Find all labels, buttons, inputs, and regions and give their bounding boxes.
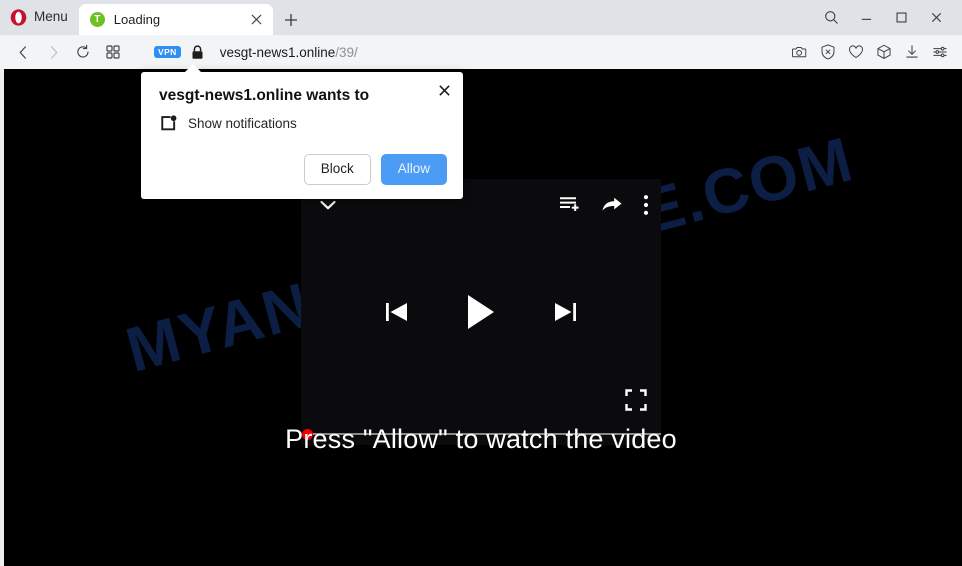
opera-menu-button[interactable]: Menu <box>0 0 79 35</box>
close-window-icon[interactable] <box>919 3 954 33</box>
snapshot-camera-icon[interactable] <box>786 39 814 65</box>
tab-title: Loading <box>113 12 161 27</box>
forward-icon[interactable] <box>38 39 68 65</box>
block-button[interactable]: Block <box>303 154 371 185</box>
minimize-glyph <box>861 18 872 20</box>
close-icon[interactable] <box>247 10 267 30</box>
heart-favorite-icon[interactable] <box>842 39 870 65</box>
player-center-controls <box>301 179 661 445</box>
close-glyph <box>251 14 262 25</box>
downloads-icon[interactable] <box>898 39 926 65</box>
address-bar-right-icons <box>786 39 954 65</box>
cube-glyph <box>877 44 891 59</box>
notification-permission-dialog: vesgt-news1.online wants to Show notific… <box>141 64 463 199</box>
fullscreen-glyph <box>625 389 647 411</box>
permission-row: Show notifications <box>159 114 447 132</box>
site-favicon-icon: T <box>89 12 105 27</box>
skip-next-glyph <box>555 303 576 321</box>
close-window-glyph <box>931 12 942 23</box>
grid-glyph <box>106 45 120 59</box>
extensions-cube-icon[interactable] <box>870 39 898 65</box>
vpn-badge[interactable]: VPN <box>154 45 181 59</box>
favicon-letter: T <box>94 13 101 25</box>
skip-previous-glyph <box>386 303 407 321</box>
allow-button[interactable]: Allow <box>380 154 447 185</box>
play-icon[interactable] <box>466 293 496 331</box>
window-controls <box>814 0 962 35</box>
permission-label: Show notifications <box>188 115 297 131</box>
dialog-close-glyph <box>438 84 450 96</box>
heart-glyph <box>849 45 863 59</box>
reload-glyph <box>77 44 89 58</box>
forward-glyph <box>50 45 57 59</box>
grid-icon[interactable] <box>98 39 128 65</box>
shield-glyph <box>821 44 835 60</box>
opera-logo-icon <box>10 9 27 26</box>
back-icon[interactable] <box>8 39 38 65</box>
back-glyph <box>19 45 26 59</box>
camera-glyph <box>792 46 807 58</box>
opera-sidebar[interactable] <box>0 69 4 566</box>
notifications-icon <box>159 114 177 132</box>
maximize-glyph <box>896 12 907 23</box>
dialog-pointer <box>184 64 202 73</box>
url-domain: vesgt-news1.online <box>219 44 336 60</box>
search-icon[interactable] <box>814 3 849 33</box>
url-path: /39/ <box>335 44 358 60</box>
skip-next-icon[interactable] <box>552 298 578 326</box>
easy-setup-sliders-icon[interactable] <box>926 39 954 65</box>
call-to-action-text: Press "Allow" to watch the video <box>285 424 677 454</box>
tab-strip: Menu T Loading <box>0 0 962 35</box>
browser-window: Menu T Loading VPN vesgt-news1.online/39… <box>0 0 962 566</box>
close-icon[interactable] <box>434 80 454 100</box>
sliders-glyph <box>933 46 947 58</box>
dialog-actions: Block Allow <box>159 154 447 187</box>
notifications-glyph <box>160 115 176 131</box>
search-glyph <box>825 11 838 24</box>
download-glyph <box>906 45 918 58</box>
address-bar: VPN vesgt-news1.online/39/ <box>0 35 962 69</box>
fullscreen-icon[interactable] <box>625 389 647 411</box>
video-player[interactable] <box>301 179 661 445</box>
maximize-icon[interactable] <box>884 3 919 33</box>
skip-previous-icon[interactable] <box>384 298 410 326</box>
plus-icon <box>284 13 297 26</box>
reload-icon[interactable] <box>68 39 98 65</box>
dialog-title: vesgt-news1.online wants to <box>159 87 370 104</box>
lock-glyph <box>192 44 203 59</box>
url-text[interactable]: vesgt-news1.online/39/ <box>220 45 786 60</box>
lock-icon[interactable] <box>191 44 204 60</box>
ad-blocker-shield-icon[interactable] <box>814 39 842 65</box>
opera-menu-label: Menu <box>34 9 68 25</box>
play-glyph <box>468 295 494 329</box>
tab-loading[interactable]: T Loading <box>78 4 273 35</box>
new-tab-button[interactable] <box>276 4 306 35</box>
minimize-icon[interactable] <box>849 3 884 33</box>
